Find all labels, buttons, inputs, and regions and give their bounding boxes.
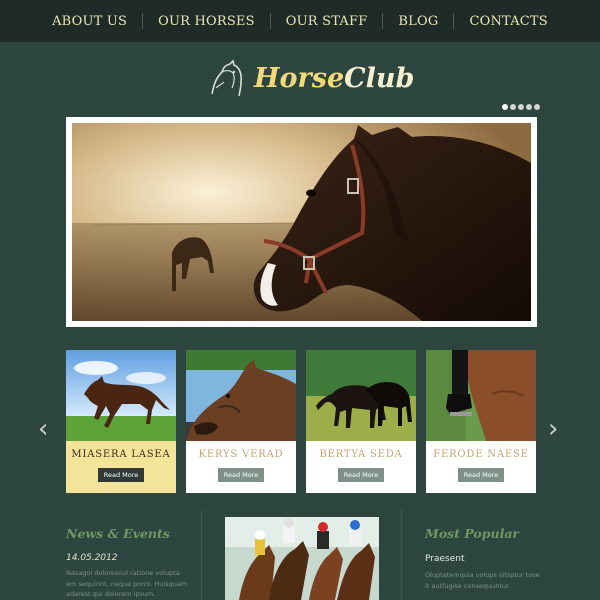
grazing-horses-image: [306, 350, 416, 441]
horse-card[interactable]: Kerys Verad Read More: [186, 350, 296, 493]
horse-card-title: Miasera Lasea: [71, 449, 171, 460]
horse-portrait-image: [186, 350, 296, 441]
column-divider: [201, 510, 202, 600]
nav-blog[interactable]: Blog: [383, 14, 453, 29]
news-text-line: em sequinnt, neque porro. Huisquam: [66, 579, 188, 588]
logo-text-horse: Horse: [254, 62, 345, 94]
column-divider: [401, 510, 402, 600]
news-date[interactable]: 14.05.2012: [66, 553, 118, 563]
horse-card-image: [66, 350, 176, 441]
most-popular-heading: Most Popular: [425, 526, 520, 541]
site-logo[interactable]: HorseClub: [206, 58, 414, 98]
slider-dot[interactable]: [534, 104, 540, 110]
nav-our-staff[interactable]: Our staff: [271, 14, 383, 29]
running-horse-image: [66, 350, 176, 441]
race-photo[interactable]: [225, 517, 379, 600]
carousel-prev-arrow[interactable]: ‹: [38, 414, 48, 444]
horse-card[interactable]: Ferode Naese Read More: [426, 350, 536, 493]
read-more-button[interactable]: Read More: [98, 468, 144, 482]
logo-text-club: Club: [344, 62, 415, 94]
nav-contacts[interactable]: Contacts: [454, 14, 562, 29]
read-more-button[interactable]: Read More: [338, 468, 384, 482]
carousel-next-arrow[interactable]: ›: [548, 414, 558, 444]
horse-card-title: Ferode Naese: [433, 449, 529, 460]
horse-card-image: [186, 350, 296, 441]
horse-card[interactable]: Bertya Seda Read More: [306, 350, 416, 493]
news-heading: News & Events: [66, 526, 170, 541]
news-text-line: Nasagni doloresoul ratione volupta: [66, 569, 180, 577]
horse-card-image: [426, 350, 536, 441]
slider-dot[interactable]: [518, 104, 524, 110]
news-text-line: adarest qui dolorem ipsum.: [66, 590, 156, 598]
horse-card-title: Bertya Seda: [319, 449, 403, 460]
slider-dot[interactable]: [502, 104, 508, 110]
read-more-button[interactable]: Read More: [218, 468, 264, 482]
popular-text-line: it autfugise consequuntur.: [425, 581, 511, 590]
popular-item-title[interactable]: Praesent: [425, 554, 464, 564]
slider-pagination: [502, 104, 540, 110]
popular-text: Oluptatemquia volups sitsptur tose it au…: [425, 570, 540, 591]
nav-about-us[interactable]: About us: [37, 14, 142, 29]
horse-card[interactable]: Miasera Lasea Read More: [66, 350, 176, 493]
slider-dot[interactable]: [510, 104, 516, 110]
horse-head-icon: [211, 59, 242, 97]
rider-horse-image: [426, 350, 536, 441]
horse-card-image: [306, 350, 416, 441]
top-navigation: About us Our horses Our staff Blog Conta…: [0, 0, 600, 42]
popular-text-line: Oluptatemquia volups sitsptur tose: [425, 571, 540, 579]
horse-race-image: [225, 517, 379, 600]
hero-slide[interactable]: [66, 117, 537, 327]
read-more-button[interactable]: Read More: [458, 468, 504, 482]
horse-card-title: Kerys Verad: [198, 449, 284, 460]
slider-dot[interactable]: [526, 104, 532, 110]
hero-horse-image: [72, 123, 531, 321]
nav-our-horses[interactable]: Our horses: [143, 14, 270, 29]
news-text: Nasagni doloresoul ratione volupta em se…: [66, 568, 187, 600]
